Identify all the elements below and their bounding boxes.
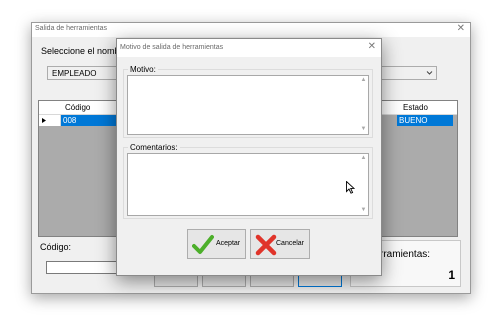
dialog-title: Motivo de salida de herramientas (120, 44, 224, 51)
name-combo[interactable] (377, 66, 437, 80)
codigo-label: Código: (40, 242, 72, 252)
dialog-titlebar: Motivo de salida de herramientas ✕ (117, 39, 381, 57)
scroll-up-icon[interactable]: ▲ (359, 76, 368, 85)
main-window-title: Salida de herramientas (35, 25, 107, 32)
cancel-x-icon (255, 234, 277, 256)
scroll-up-icon[interactable]: ▲ (359, 154, 368, 163)
cell-codigo[interactable]: 008 (61, 115, 121, 126)
cancelar-button[interactable]: Cancelar (250, 229, 310, 259)
row-header (39, 115, 61, 126)
motivo-scrollbar[interactable]: ▲ ▼ (359, 76, 368, 134)
motivo-label: Motivo: (128, 65, 158, 74)
check-icon (192, 235, 214, 254)
comentarios-textarea[interactable]: ▲ ▼ (127, 153, 369, 216)
total-value: 1 (448, 268, 455, 282)
main-window-titlebar: Salida de herramientas ✕ (32, 23, 470, 37)
dialog-close-icon[interactable]: ✕ (368, 42, 376, 52)
aceptar-button[interactable]: Aceptar (187, 229, 246, 259)
aceptar-label: Aceptar (216, 240, 241, 247)
column-header-estado[interactable]: Estado (403, 103, 428, 112)
dropdown-arrow-icon (426, 71, 433, 75)
select-label: Seleccione el nombre (41, 46, 128, 56)
scroll-down-icon[interactable]: ▼ (359, 206, 368, 215)
cell-estado[interactable]: BUENO (397, 115, 453, 126)
motivo-dialog: Motivo de salida de herramientas ✕ Motiv… (116, 38, 382, 276)
scroll-down-icon[interactable]: ▼ (359, 125, 368, 134)
motivo-group: Motivo: ▲ ▼ (123, 65, 373, 138)
column-header-codigo[interactable]: Código (65, 103, 90, 112)
comentarios-group: Comentarios: ▲ ▼ (123, 143, 373, 219)
comentarios-scrollbar[interactable]: ▲ ▼ (359, 154, 368, 215)
comentarios-label: Comentarios: (128, 143, 180, 152)
type-combo[interactable]: EMPLEADO (47, 66, 127, 80)
cancelar-label: Cancelar (276, 240, 305, 247)
mouse-cursor-icon (346, 181, 355, 194)
motivo-textarea[interactable]: ▲ ▼ (127, 75, 369, 135)
codigo-input[interactable] (46, 261, 118, 274)
type-combo-value: EMPLEADO (52, 69, 97, 78)
close-icon[interactable]: ✕ (457, 24, 465, 34)
row-pointer-icon (42, 118, 46, 123)
